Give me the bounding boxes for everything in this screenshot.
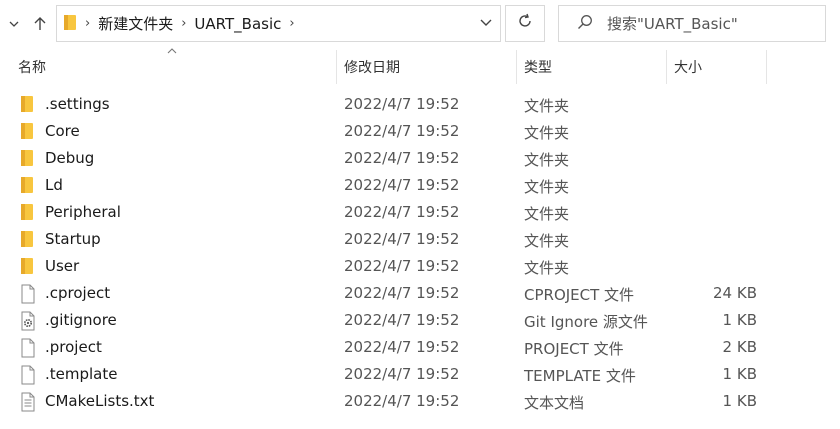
column-divider[interactable] (766, 50, 767, 84)
folder-icon (20, 149, 38, 169)
file-name[interactable]: .settings (45, 95, 110, 113)
file-icon (20, 284, 38, 304)
file-row[interactable]: Debug 2022/4/7 19:52 文件夹 (0, 145, 840, 172)
navigation-bar: › 新建文件夹 › UART_Basic › 搜索"UART_Basic" (0, 0, 840, 48)
file-icon (20, 338, 38, 358)
file-size: 1 KB (722, 392, 757, 410)
file-type: Git Ignore 源文件 (524, 313, 648, 331)
gear-file-icon (20, 311, 38, 331)
file-name[interactable]: .gitignore (45, 311, 117, 329)
column-divider[interactable] (516, 50, 517, 84)
file-row[interactable]: .gitignore 2022/4/7 19:52 Git Ignore 源文件 1 … (0, 307, 840, 334)
file-type: 文件夹 (524, 97, 570, 115)
file-row[interactable]: Ld 2022/4/7 19:52 文件夹 (0, 172, 840, 199)
file-row[interactable]: Startup 2022/4/7 19:52 文件夹 (0, 226, 840, 253)
file-size: 1 KB (722, 365, 757, 383)
file-date: 2022/4/7 19:52 (344, 338, 460, 356)
file-row[interactable]: User 2022/4/7 19:52 文件夹 (0, 253, 840, 280)
file-type: 文件夹 (524, 151, 570, 169)
address-bar[interactable]: › 新建文件夹 › UART_Basic › (56, 5, 501, 42)
file-date: 2022/4/7 19:52 (344, 392, 460, 410)
file-date: 2022/4/7 19:52 (344, 365, 460, 383)
search-box[interactable]: 搜索"UART_Basic" (558, 5, 826, 42)
file-type: PROJECT 文件 (524, 340, 624, 358)
column-divider[interactable] (666, 50, 667, 84)
chevron-right-icon[interactable]: › (289, 16, 294, 31)
file-row[interactable]: .project 2022/4/7 19:52 PROJECT 文件 2 KB (0, 334, 840, 361)
file-date: 2022/4/7 19:52 (344, 122, 460, 140)
file-date: 2022/4/7 19:52 (344, 284, 460, 302)
file-name[interactable]: .cproject (45, 284, 110, 302)
column-header-date[interactable]: 修改日期 (344, 50, 400, 84)
folder-icon (20, 203, 38, 223)
file-type: CPROJECT 文件 (524, 286, 635, 304)
file-date: 2022/4/7 19:52 (344, 230, 460, 248)
column-header-size[interactable]: 大小 (674, 50, 702, 84)
chevron-right-icon[interactable]: › (181, 16, 186, 31)
column-header-name[interactable]: 名称 (18, 50, 46, 84)
refresh-button[interactable] (505, 5, 545, 42)
file-size: 2 KB (722, 338, 757, 356)
file-type: 文件夹 (524, 178, 570, 196)
file-date: 2022/4/7 19:52 (344, 203, 460, 221)
file-row[interactable]: .template 2022/4/7 19:52 TEMPLATE 文件 1 KB (0, 361, 840, 388)
file-date: 2022/4/7 19:52 (344, 311, 460, 329)
file-type: 文件夹 (524, 259, 570, 277)
file-type: 文件夹 (524, 205, 570, 223)
file-row[interactable]: .cproject 2022/4/7 19:52 CPROJECT 文件 24 KB (0, 280, 840, 307)
file-date: 2022/4/7 19:52 (344, 257, 460, 275)
file-name[interactable]: Ld (45, 176, 63, 194)
file-name[interactable]: .project (45, 338, 102, 356)
breadcrumb-item[interactable]: UART_Basic (194, 15, 281, 33)
file-row[interactable]: CMakeLists.txt 2022/4/7 19:52 文本文档 1 KB (0, 388, 840, 415)
file-name[interactable]: User (45, 257, 79, 275)
chevron-right-icon[interactable]: › (85, 16, 90, 31)
file-name[interactable]: Startup (45, 230, 101, 248)
folder-icon (63, 13, 77, 35)
file-icon (20, 365, 38, 385)
file-name[interactable]: Debug (45, 149, 94, 167)
address-history-chevron-down-icon[interactable] (480, 16, 492, 30)
column-divider[interactable] (336, 50, 337, 84)
column-header-type[interactable]: 类型 (524, 50, 552, 84)
search-placeholder[interactable]: 搜索"UART_Basic" (607, 13, 738, 34)
file-row[interactable]: .settings 2022/4/7 19:52 文件夹 (0, 91, 840, 118)
folder-icon (20, 257, 38, 277)
file-size: 24 KB (713, 284, 757, 302)
folder-icon (20, 95, 38, 115)
file-row[interactable]: Core 2022/4/7 19:52 文件夹 (0, 118, 840, 145)
refresh-icon (517, 13, 533, 34)
file-date: 2022/4/7 19:52 (344, 149, 460, 167)
folder-icon (20, 230, 38, 250)
file-type: 文件夹 (524, 124, 570, 142)
folder-icon (20, 176, 38, 196)
file-name[interactable]: CMakeLists.txt (45, 392, 154, 410)
recent-locations-chevron-down-icon[interactable] (4, 12, 24, 36)
folder-icon (20, 122, 38, 142)
file-name[interactable]: .template (45, 365, 117, 383)
file-date: 2022/4/7 19:52 (344, 95, 460, 113)
sort-ascending-icon (167, 44, 177, 57)
file-name[interactable]: Core (45, 122, 80, 140)
search-icon (577, 14, 593, 34)
breadcrumb-item[interactable]: 新建文件夹 (98, 13, 173, 34)
file-type: 文本文档 (524, 394, 585, 412)
file-date: 2022/4/7 19:52 (344, 176, 460, 194)
file-type: 文件夹 (524, 232, 570, 250)
file-list: .settings 2022/4/7 19:52 文件夹 Core 2022/4/7 1… (0, 91, 840, 415)
file-name[interactable]: Peripheral (45, 203, 121, 221)
file-size: 1 KB (722, 311, 757, 329)
file-row[interactable]: Peripheral 2022/4/7 19:52 文件夹 (0, 199, 840, 226)
file-type: TEMPLATE 文件 (524, 367, 636, 385)
text-file-icon (20, 392, 38, 412)
up-arrow-icon[interactable] (30, 12, 50, 36)
